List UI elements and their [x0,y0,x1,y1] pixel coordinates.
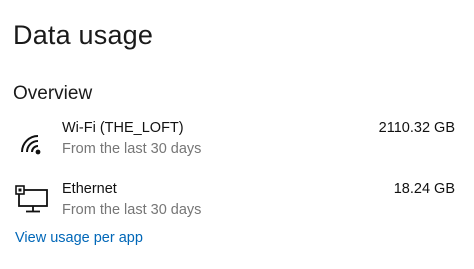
overview-item-ethernet: Ethernet From the last 30 days 18.24 GB [15,178,455,224]
network-name: Ethernet [62,181,117,197]
usage-amount: 18.24 GB [393,181,455,197]
overview-heading: Overview [13,83,93,104]
usage-period: From the last 30 days [62,202,202,218]
wifi-icon [15,123,51,155]
view-usage-per-app-link[interactable]: View usage per app [15,230,143,246]
page-title: Data usage [13,20,154,50]
network-name: Wi-Fi (THE_LOFT) [62,120,184,136]
usage-amount: 2110.32 GB [378,120,455,136]
usage-period: From the last 30 days [62,141,202,157]
overview-item-wifi: Wi-Fi (THE_LOFT) From the last 30 days 2… [15,117,455,163]
ethernet-icon [15,184,51,216]
